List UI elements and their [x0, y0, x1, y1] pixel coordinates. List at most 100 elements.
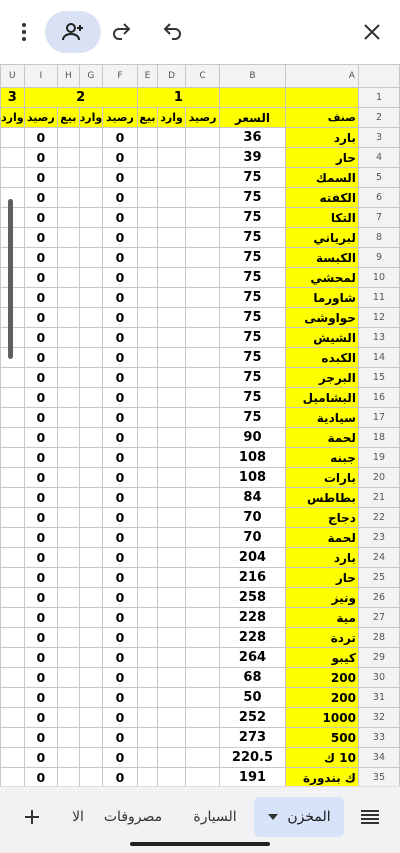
- cell-d[interactable]: [157, 347, 186, 368]
- sheet-table[interactable]: U I H G F E D C B A 3 2 1 1 وارد رصيد بي…: [0, 64, 400, 786]
- cell-h[interactable]: [57, 667, 80, 688]
- cell-d[interactable]: [157, 647, 186, 668]
- cell-c[interactable]: [184, 487, 221, 508]
- cell-f[interactable]: 0: [102, 407, 138, 428]
- cell-f[interactable]: 0: [102, 467, 138, 488]
- cell-e[interactable]: [136, 667, 159, 688]
- cell-d[interactable]: [157, 767, 186, 786]
- row-number[interactable]: 33: [357, 727, 400, 748]
- cell-i[interactable]: 0: [23, 127, 59, 148]
- cell-f[interactable]: 0: [102, 387, 138, 408]
- cell-e[interactable]: [136, 647, 159, 668]
- row-number[interactable]: 24: [357, 547, 400, 568]
- cell-e[interactable]: [136, 567, 159, 588]
- cell-g[interactable]: [78, 287, 104, 308]
- cell-h[interactable]: [57, 587, 80, 608]
- cell-d[interactable]: [157, 467, 186, 488]
- cell-u[interactable]: [0, 507, 25, 528]
- cell-i[interactable]: 0: [23, 467, 59, 488]
- cell-u[interactable]: [0, 127, 25, 148]
- cell-d[interactable]: [157, 667, 186, 688]
- cell-price[interactable]: 273: [219, 727, 286, 748]
- cell-price[interactable]: 75: [219, 287, 286, 308]
- cell-item-name[interactable]: حار: [284, 567, 359, 588]
- row-number[interactable]: 26: [357, 587, 400, 608]
- cell-d[interactable]: [157, 747, 186, 768]
- cell-c[interactable]: [184, 767, 221, 786]
- cell-c[interactable]: [184, 207, 221, 228]
- cell-h[interactable]: [57, 307, 80, 328]
- cell-price[interactable]: 36: [219, 127, 286, 148]
- cell-e[interactable]: [136, 627, 159, 648]
- col-header-f[interactable]: F: [102, 64, 138, 88]
- more-options-button[interactable]: [0, 8, 48, 56]
- cell-f[interactable]: 0: [102, 627, 138, 648]
- cell-i[interactable]: 0: [23, 307, 59, 328]
- cell-f[interactable]: 0: [102, 567, 138, 588]
- cell-price[interactable]: 228: [219, 607, 286, 628]
- cell-f[interactable]: 0: [102, 647, 138, 668]
- cell-e[interactable]: [136, 587, 159, 608]
- cell-g[interactable]: [78, 447, 104, 468]
- cell-g[interactable]: [78, 587, 104, 608]
- cell-d[interactable]: [157, 547, 186, 568]
- tab-warehouse[interactable]: المخزن: [254, 797, 344, 837]
- cell-g[interactable]: [78, 187, 104, 208]
- cell-f[interactable]: 0: [102, 267, 138, 288]
- col-header-b[interactable]: B: [219, 64, 286, 88]
- sub-header-a[interactable]: صنف: [284, 107, 359, 128]
- group-1-header[interactable]: 1: [136, 87, 221, 108]
- cell-item-name[interactable]: ك بندورة: [284, 767, 359, 786]
- cell-d[interactable]: [157, 307, 186, 328]
- cell-i[interactable]: 0: [23, 427, 59, 448]
- cell-u[interactable]: [0, 607, 25, 628]
- cell-d[interactable]: [157, 627, 186, 648]
- cell-item-name[interactable]: التكا: [284, 207, 359, 228]
- cell-item-name[interactable]: لحمة: [284, 427, 359, 448]
- row-number[interactable]: 20: [357, 467, 400, 488]
- cell-f[interactable]: 0: [102, 747, 138, 768]
- cell-f[interactable]: 0: [102, 327, 138, 348]
- cell-item-name[interactable]: تردة: [284, 627, 359, 648]
- cell-h[interactable]: [57, 747, 80, 768]
- row-number[interactable]: 32: [357, 707, 400, 728]
- cell-f[interactable]: 0: [102, 427, 138, 448]
- group-2-header[interactable]: 2: [23, 87, 138, 108]
- cell-d[interactable]: [157, 207, 186, 228]
- col-header-g[interactable]: G: [78, 64, 104, 88]
- cell-i[interactable]: 0: [23, 287, 59, 308]
- cell-c[interactable]: [184, 547, 221, 568]
- cell-u[interactable]: [0, 707, 25, 728]
- cell-i[interactable]: 0: [23, 587, 59, 608]
- close-button[interactable]: [348, 8, 396, 56]
- cell-u[interactable]: [0, 447, 25, 468]
- cell-c[interactable]: [184, 327, 221, 348]
- cell-price[interactable]: 84: [219, 487, 286, 508]
- cell-item-name[interactable]: حواوشى: [284, 307, 359, 328]
- cell-f[interactable]: 0: [102, 127, 138, 148]
- cell-h[interactable]: [57, 447, 80, 468]
- cell-f[interactable]: 0: [102, 667, 138, 688]
- cell-e[interactable]: [136, 367, 159, 388]
- cell-i[interactable]: 0: [23, 227, 59, 248]
- cell-e[interactable]: [136, 447, 159, 468]
- cell-h[interactable]: [57, 767, 80, 786]
- cell-u[interactable]: [0, 747, 25, 768]
- cell-g[interactable]: [78, 147, 104, 168]
- cell-i[interactable]: 0: [23, 547, 59, 568]
- cell-item-name[interactable]: 10 ك: [284, 747, 359, 768]
- cell-c[interactable]: [184, 307, 221, 328]
- cell-u[interactable]: [0, 367, 25, 388]
- cell-price[interactable]: 220.5: [219, 747, 286, 768]
- corner-cell[interactable]: [357, 64, 400, 88]
- cell-price[interactable]: 75: [219, 207, 286, 228]
- cell-c[interactable]: [184, 287, 221, 308]
- cell-h[interactable]: [57, 607, 80, 628]
- sub-header-c[interactable]: رصيد: [184, 107, 221, 128]
- cell-c[interactable]: [184, 427, 221, 448]
- cell-g[interactable]: [78, 747, 104, 768]
- cell-e[interactable]: [136, 527, 159, 548]
- row-number[interactable]: 4: [357, 147, 400, 168]
- cell-price[interactable]: 39: [219, 147, 286, 168]
- cell-e[interactable]: [136, 267, 159, 288]
